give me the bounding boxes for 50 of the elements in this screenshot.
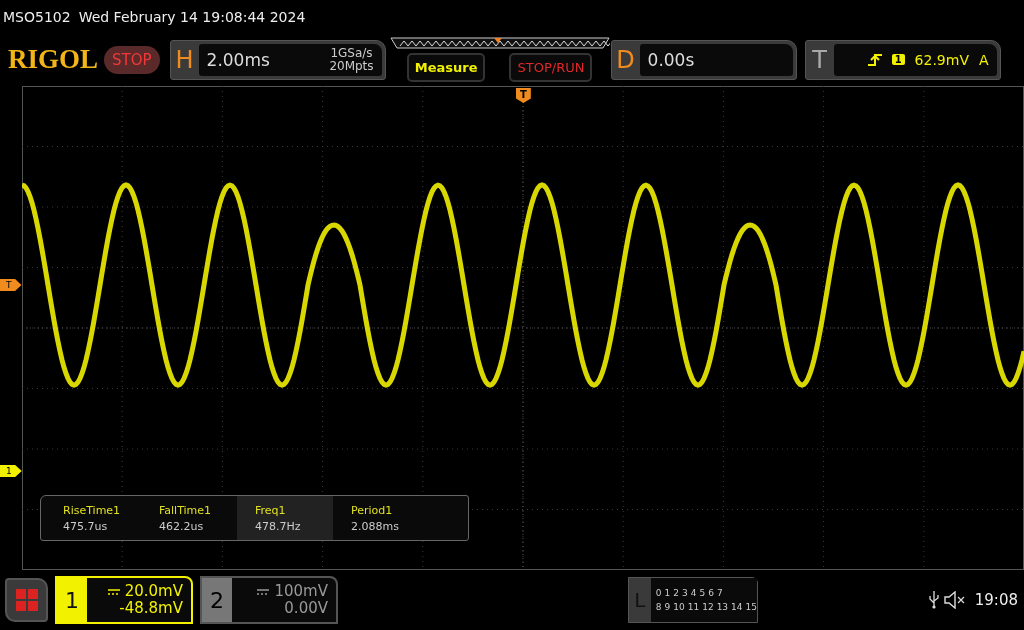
dc-coupling-icon [107, 588, 120, 595]
header-button[interactable]: STOP/RUN [509, 53, 593, 82]
logic-bit-label: 0 [655, 588, 662, 598]
measurement-item[interactable]: RiseTime1 475.7us [45, 496, 141, 540]
logic-bit-label: 4 [690, 588, 697, 598]
measurement-item[interactable]: Period1 2.088ms [333, 496, 429, 540]
date-time: Wed February 14 19:08:44 2024 [78, 8, 306, 25]
logic-bit-label: 10 [673, 602, 685, 612]
logic-bit-label: 13 [716, 602, 729, 612]
logic-bit-label: 6 [708, 588, 714, 598]
logic-bit-label: 15 [745, 602, 757, 612]
menu-icon [15, 589, 38, 611]
logic-bit-label: 3 [682, 588, 688, 598]
trigger-level: 62.9mV [914, 51, 969, 68]
trigger-source-badge: 1 [891, 54, 905, 65]
logo: RIGOL [8, 44, 99, 75]
logic-bit-label: 1 [664, 588, 671, 598]
clock: 19:08 [974, 591, 1018, 609]
logic-bit-label: 8 [655, 602, 662, 612]
rising-edge-icon [867, 52, 882, 67]
dc-coupling-icon [257, 588, 270, 595]
timebase-value: 2.00ms [206, 49, 270, 70]
sample-rate: 1GSa/s [330, 46, 373, 60]
trigger-mode: A [979, 51, 989, 68]
trigger-label: T [811, 44, 828, 76]
horizontal-panel[interactable]: H 2.00ms 1GSa/s 20Mpts [169, 39, 386, 80]
delay-panel[interactable]: D 0.00s [610, 39, 797, 80]
logic-bit-label: 11 [687, 602, 700, 612]
measurement-item[interactable]: FallTime1 462.2us [141, 496, 237, 540]
logic-bit-label: 14 [731, 602, 743, 612]
model-name: MSO5102 [3, 8, 71, 25]
logic-bit-label: 7 [716, 588, 723, 598]
channel-tab[interactable]: 2 100mV 0.00V [200, 576, 338, 624]
delay-value: 0.00s [647, 49, 695, 70]
logic-bit-label: 9 [664, 602, 671, 612]
channel-offset-marker[interactable]: 1 [0, 465, 22, 477]
channel-tab[interactable]: 1 20.0mV -48.8mV [55, 576, 193, 624]
trigger-panel[interactable]: T 1 62.9mV A [804, 39, 1001, 80]
delay-label: D [615, 44, 636, 76]
usb-icon[interactable] [928, 591, 939, 609]
measurement-item[interactable]: Freq1 478.7Hz [237, 496, 333, 540]
header-button[interactable]: Measure [406, 53, 486, 82]
trigger-level-marker[interactable]: T [0, 279, 22, 291]
logic-bit-label: 2 [673, 588, 679, 598]
memory-depth: 20Mpts [329, 59, 374, 73]
horizontal-label: H [174, 44, 195, 76]
logic-bit-label: 12 [702, 602, 714, 612]
muted-speaker-icon[interactable] [943, 591, 966, 609]
logic-bit-label: 5 [699, 588, 706, 598]
menu-button[interactable] [5, 578, 48, 622]
